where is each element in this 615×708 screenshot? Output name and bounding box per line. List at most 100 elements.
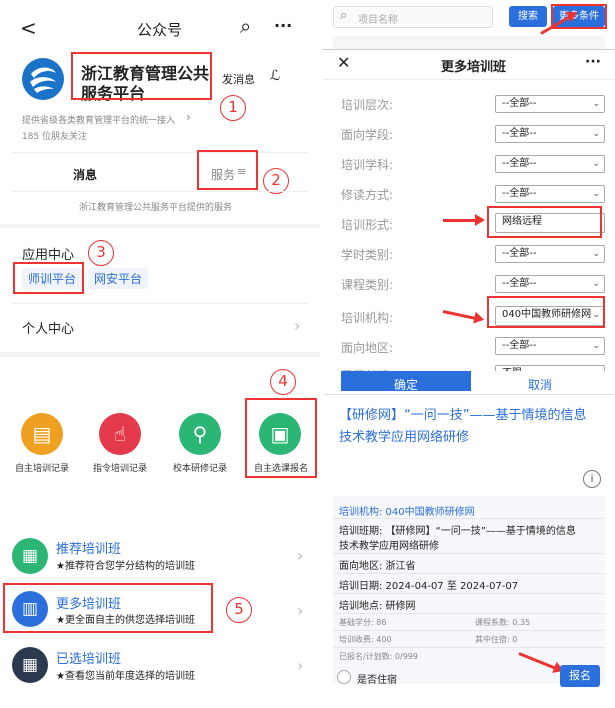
divider — [323, 79, 615, 80]
course-signup-label: 自主选课报名 — [253, 464, 308, 474]
chevron-right-icon: › — [294, 316, 301, 335]
self-training-record-icon[interactable]: ▤ — [21, 413, 63, 455]
official-account-panel: < 公众号 ⌕ ··· 浙江教育管理公共 服务平台 发消息 ℒ 1 提供省级各类… — [0, 0, 320, 708]
subject-select[interactable]: --全部-- ⌄ — [495, 155, 605, 173]
divider — [333, 647, 605, 648]
section-gap — [0, 224, 320, 228]
class-title-line2[interactable]: 技术教学应用网络研修 — [339, 426, 469, 445]
follow-icon[interactable]: ℒ — [270, 68, 280, 84]
chevron-down-icon: ⌄ — [592, 249, 600, 259]
chevron-down-icon: ⌄ — [592, 159, 600, 169]
chevron-down-icon: ⌄ — [592, 99, 600, 109]
divider — [333, 630, 605, 631]
account-logo — [22, 58, 64, 100]
school-research-record-label: 校本研修记录 — [172, 464, 227, 474]
highlight-institution — [487, 296, 605, 328]
class-date: 培训日期: 2024-04-07 至 2024-07-07 — [339, 581, 519, 592]
recommended-class-title[interactable]: 推荐培训班 — [56, 538, 121, 557]
tab-messages[interactable]: 消息 — [73, 166, 97, 183]
class-title-line1[interactable]: 【研修网】“一问一技”——基于情境的信息 — [339, 404, 586, 423]
subject-value: --全部-- — [502, 158, 537, 169]
course-type-select[interactable]: --全部-- ⌄ — [495, 275, 605, 293]
marker-1: 1 — [220, 95, 246, 121]
stage-value: --全部-- — [502, 128, 537, 139]
chevron-down-icon: ⌄ — [592, 279, 600, 289]
service-description: 浙江教育管理公共服务平台提供的服务 — [79, 203, 233, 213]
stay-label: 是否住宿 — [357, 675, 397, 686]
close-icon[interactable]: ✕ — [337, 53, 350, 72]
class-fee: 培训收费: 400 — [339, 635, 392, 644]
chevron-right-icon: › — [297, 601, 304, 620]
level-value: --全部-- — [502, 98, 537, 109]
marker-4: 4 — [270, 369, 296, 395]
class-period-line1: 培训班期: 【研修网】“一问一技”——基于情境的信息 — [339, 526, 576, 537]
class-coefficient: 课程系数: 0.35 — [475, 618, 531, 627]
selected-classes-title[interactable]: 已选培训班 — [56, 648, 121, 667]
format-label: 培训形式: — [341, 218, 394, 232]
region-select[interactable]: --全部-- ⌄ — [495, 337, 605, 355]
section-gap — [0, 352, 320, 357]
back-icon[interactable]: < — [20, 16, 37, 40]
class-board: 其中住宿: 0 — [475, 635, 518, 644]
highlight-service-tab — [197, 150, 258, 190]
divider — [12, 152, 308, 153]
highlight-format — [487, 206, 602, 238]
info-icon[interactable]: i — [583, 470, 601, 488]
self-training-record-label: 自主培训记录 — [14, 464, 69, 474]
training-search-panel: ⌕ 项目名称 搜索 更多条件 ✕ 更多培训班 ··· 培训层次: --全部--⌄… — [323, 0, 615, 708]
cyber-security-tag[interactable]: 网安平台 — [88, 268, 149, 289]
region-label: 面向地区: — [341, 341, 394, 355]
search-icon: ⌕ — [340, 8, 348, 23]
more-icon[interactable]: ··· — [274, 16, 292, 35]
result-bar — [333, 36, 605, 50]
selected-classes-icon: ▦ — [12, 647, 48, 683]
class-institution: 培训机构: 040中国教师研修网 — [339, 507, 475, 518]
assigned-training-record-icon[interactable]: ☝ — [99, 413, 141, 455]
level-select[interactable]: --全部-- ⌄ — [495, 95, 605, 113]
chevron-down-icon: ⌄ — [592, 341, 600, 351]
divider — [333, 518, 605, 519]
logo-swirl-icon — [30, 67, 56, 93]
stage-select[interactable]: --全部-- ⌄ — [495, 125, 605, 143]
search-icon[interactable]: ⌕ — [240, 14, 251, 38]
account-description[interactable]: 提供省级各类教育管理平台的统一接入 — [22, 113, 175, 126]
divider — [333, 553, 605, 554]
marker-3: 3 — [88, 240, 114, 266]
course-signup-icon[interactable]: ▣ — [259, 413, 301, 455]
send-message-button[interactable]: 发消息 — [222, 71, 255, 87]
personal-center-title[interactable]: 个人中心 — [22, 318, 74, 337]
search-input[interactable]: ⌕ 项目名称 — [333, 6, 493, 28]
recommended-class-desc: ★推荐符合您学分结构的培训班 — [56, 561, 195, 572]
stay-radio[interactable] — [337, 670, 351, 684]
study-mode-select[interactable]: --全部-- ⌄ — [495, 185, 605, 203]
chevron-down-icon: ⌄ — [592, 129, 600, 139]
class-region: 面向地区: 浙江省 — [339, 561, 416, 572]
highlight-account-name — [71, 52, 212, 100]
institution-label: 培训机构: — [341, 311, 394, 325]
app-center-title: 应用中心 — [22, 248, 75, 263]
description-arrow-icon[interactable]: › — [186, 110, 191, 124]
study-mode-label: 修读方式: — [341, 188, 394, 202]
selected-classes-desc: ★查看您当前年度选择的培训班 — [56, 671, 195, 682]
school-research-record-icon[interactable]: ⚲ — [179, 413, 221, 455]
search-button[interactable]: 搜索 — [509, 6, 547, 27]
class-place: 培训地点: 研修网 — [339, 601, 416, 612]
chevron-right-icon: › — [297, 546, 304, 565]
class-period-line2: 技术教学应用网络研修 — [339, 541, 439, 552]
more-classes-desc: ★更全面自主的供您选择培训班 — [56, 615, 195, 626]
highlight-teacher-training — [13, 262, 84, 294]
chevron-right-icon: › — [297, 656, 304, 675]
study-mode-value: --全部-- — [502, 188, 537, 199]
confirm-button[interactable]: 确定 — [341, 371, 471, 391]
page-title: 公众号 — [137, 21, 183, 39]
region-value: --全部-- — [502, 340, 537, 351]
more-classes-title[interactable]: 更多培训班 — [56, 593, 121, 612]
signup-button[interactable]: 报名 — [560, 665, 600, 687]
hour-type-label: 学时类别: — [341, 248, 394, 262]
stage-label: 面向学段: — [341, 128, 394, 142]
course-type-value: --全部-- — [502, 278, 537, 289]
hour-type-select[interactable]: --全部-- ⌄ — [495, 245, 605, 263]
modal-more-icon[interactable]: ··· — [585, 54, 601, 70]
cancel-button[interactable]: 取消 — [475, 371, 605, 391]
class-credit: 基础学分: 86 — [339, 618, 387, 627]
